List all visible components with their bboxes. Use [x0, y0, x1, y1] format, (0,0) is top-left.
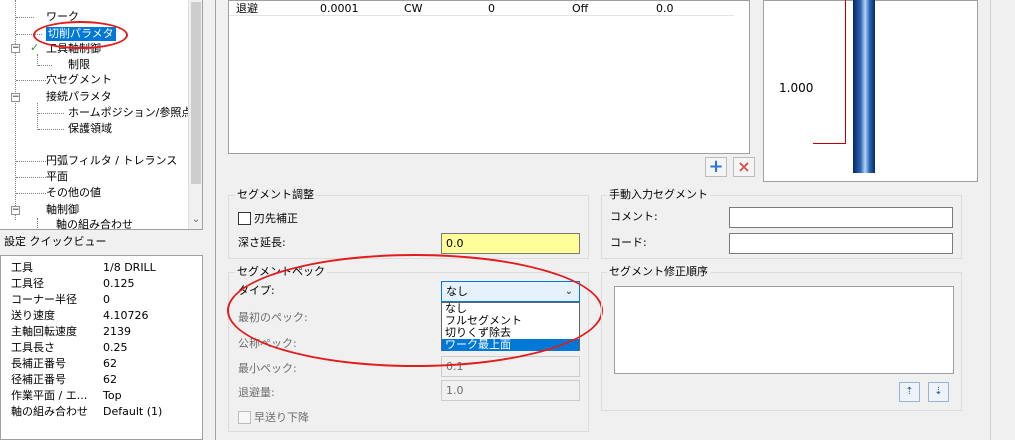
retract-label: 退避量:: [238, 386, 275, 399]
tree-connector: [37, 103, 38, 130]
rapid-down-label: 早送り下降: [254, 411, 309, 424]
delete-segment-button[interactable]: ×: [733, 157, 755, 177]
depth-ext-label: 深さ延長:: [238, 236, 286, 249]
tree-item-planes[interactable]: 平面: [46, 170, 68, 184]
quick-view-value: 0: [103, 293, 110, 306]
quick-view-label: コーナー半径: [11, 293, 77, 306]
quick-view-label: 径補正番号: [11, 373, 66, 386]
quick-view-value: 62: [103, 373, 117, 386]
tree-item-home-reference[interactable]: ホームポジション/参照点: [68, 106, 192, 120]
dimension-line: [845, 0, 846, 143]
quick-view-label: 送り速度: [11, 309, 55, 322]
tree-item-axis-combination[interactable]: 軸の組み合わせ: [56, 218, 133, 229]
quick-view-value: 0.25: [103, 341, 128, 354]
tree-connector: [15, 0, 16, 220]
tree-collapse-icon[interactable]: −: [11, 93, 20, 102]
table-cell: Off: [572, 2, 589, 15]
highlight-ellipse: [33, 21, 128, 49]
table-cell: 退避: [236, 2, 258, 15]
move-down-icon[interactable]: ⇣: [928, 382, 949, 402]
segment-adjust-title: セグメント調整: [235, 188, 316, 202]
check-icon: ✓: [30, 41, 40, 54]
quick-view-label: 工具径: [11, 277, 44, 290]
segment-order-title: セグメント修正順序: [607, 265, 710, 279]
quick-view-label: 長補正番号: [11, 357, 66, 370]
tree-connector: [16, 80, 46, 81]
tree-item-hole-segment[interactable]: 穴セグメント: [46, 73, 112, 87]
table-cell: 0: [488, 2, 495, 15]
depth-ext-input[interactable]: 0.0: [441, 233, 580, 254]
quick-view-label: 作業平面 / エ...: [11, 389, 88, 402]
tree-connector: [38, 113, 64, 114]
tip-comp-label: 刃先補正: [254, 212, 298, 225]
tree-scrollbar-thumb[interactable]: [191, 2, 201, 184]
quick-view-label: 主軸回転速度: [11, 325, 77, 338]
dimension-label: 1.000: [779, 81, 814, 95]
quick-view-label: 軸の組み合わせ: [11, 405, 88, 418]
comment-input[interactable]: [729, 207, 953, 228]
tree-item-axis-control[interactable]: 軸制御: [46, 203, 79, 217]
tree-item-limits[interactable]: 制限: [68, 58, 90, 72]
highlight-ellipse: [227, 254, 603, 367]
tree-collapse-icon[interactable]: −: [11, 206, 20, 215]
manual-segment-title: 手動入力セグメント: [607, 188, 710, 202]
code-label: コード:: [610, 236, 647, 249]
tree-connector: [38, 129, 64, 130]
tree-item-misc-values[interactable]: その他の値: [46, 186, 101, 200]
segment-table[interactable]: 退避 0.0001 CW 0 Off 0.0: [228, 0, 750, 154]
quick-view-value: 1/8 DRILL: [103, 261, 156, 274]
quick-view-value: 2139: [103, 325, 131, 338]
rapid-down-checkbox[interactable]: [238, 411, 251, 424]
right-scrollbar[interactable]: [990, 0, 1015, 440]
table-cell: CW: [404, 2, 423, 15]
table-row[interactable]: 退避 0.0001 CW 0 Off 0.0: [229, 1, 734, 16]
drill-tool-graphic: [853, 0, 875, 173]
quick-view-value: 4.10726: [103, 309, 149, 322]
table-cell: 0.0001: [320, 2, 359, 15]
tree-connector: [16, 17, 34, 18]
quick-view-value: 0.125: [103, 277, 135, 290]
quick-view-title: 設定 クイックビュー: [4, 235, 107, 248]
quick-view-label: 工具長さ: [11, 341, 55, 354]
tree-item-protection-zone[interactable]: 保護領域: [68, 122, 112, 136]
add-segment-button[interactable]: +: [705, 157, 727, 177]
retract-input[interactable]: 1.0: [441, 380, 580, 401]
segment-order-list[interactable]: [614, 286, 954, 374]
quick-view-value: Top: [103, 389, 122, 402]
code-input[interactable]: [729, 233, 953, 254]
quick-view-label: 工具: [11, 261, 33, 274]
tree-connector: [16, 161, 46, 162]
tree-connector: [16, 177, 46, 178]
tree-item-linking-params[interactable]: 接続パラメタ: [46, 90, 112, 104]
panel-splitter[interactable]: [215, 0, 216, 440]
tree-collapse-icon[interactable]: −: [11, 44, 20, 53]
tree-connector: [16, 193, 46, 194]
tree-connector: [38, 65, 52, 66]
quick-view-panel: 工具 1/8 DRILL 工具径 0.125 コーナー半径 0 送り速度 4.1…: [0, 255, 203, 440]
comment-label: コメント:: [610, 210, 658, 223]
min-peck-label: 最小ペック:: [238, 362, 297, 375]
move-up-icon[interactable]: ⇡: [899, 382, 920, 402]
quick-view-value: Default (1): [103, 405, 163, 418]
quick-view-value: 62: [103, 357, 117, 370]
tree-item-arc-filter[interactable]: 円弧フィルタ / トレランス: [46, 154, 177, 168]
scroll-down-icon[interactable]: ⌄: [190, 214, 202, 226]
dimension-line: [813, 143, 846, 144]
tree-connector: [37, 218, 38, 228]
table-cell: 0.0: [656, 2, 674, 15]
tip-comp-checkbox[interactable]: [238, 212, 251, 225]
